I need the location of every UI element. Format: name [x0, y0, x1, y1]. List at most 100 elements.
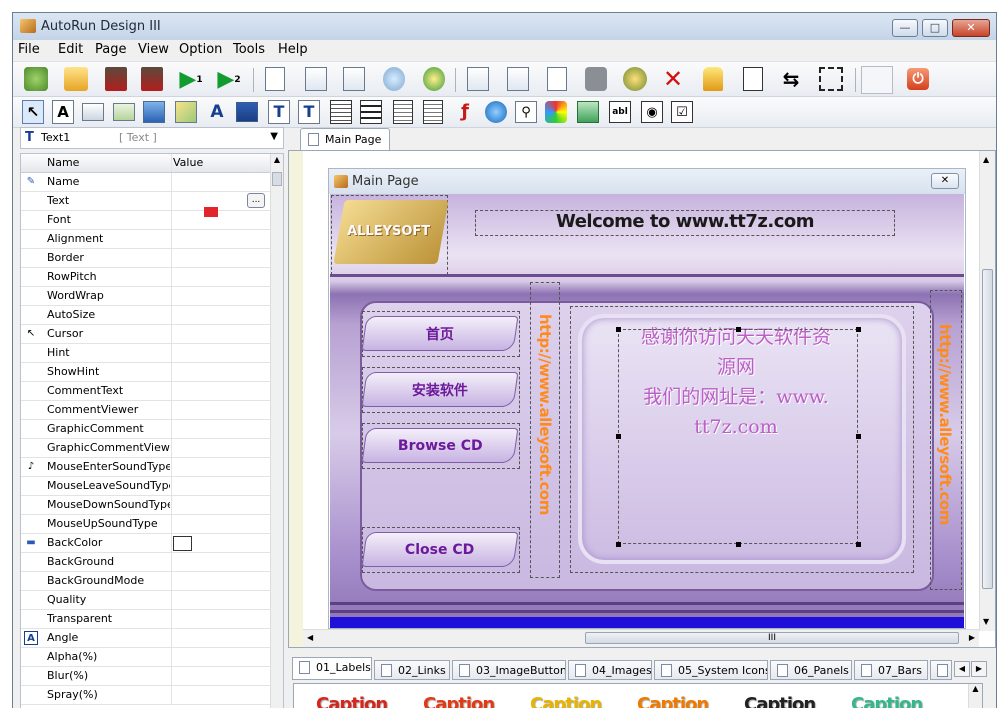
- grid-row-graphiccommentviewer[interactable]: GraphicCommentViewer: [21, 439, 271, 458]
- install-software-button[interactable]: 安装软件: [361, 372, 519, 407]
- tab-05-system-icons[interactable]: 05_System Icons: [654, 660, 768, 680]
- image-button-tool-icon[interactable]: [113, 103, 135, 121]
- design-hscroll[interactable]: ◀ III ▶: [303, 629, 979, 647]
- zoom-icon[interactable]: [383, 67, 405, 91]
- exit-icon[interactable]: ⏻: [907, 68, 929, 90]
- text-object-icon[interactable]: T: [268, 100, 290, 124]
- document-tool-icon[interactable]: [393, 100, 413, 124]
- vertical-url-right[interactable]: http://www.alleysoft.com: [936, 324, 954, 525]
- blank-page-icon[interactable]: [743, 67, 763, 91]
- button-tool-icon[interactable]: [82, 103, 104, 121]
- page-export-icon[interactable]: [467, 67, 489, 91]
- edit-box-tool-icon[interactable]: abl: [609, 101, 631, 123]
- grid-row-mousedownsoundtype[interactable]: MouseDownSoundType: [21, 496, 271, 515]
- caption-preview[interactable]: Caption: [530, 694, 602, 708]
- caption-preview[interactable]: Caption: [637, 694, 709, 708]
- list-tool-icon[interactable]: [360, 100, 382, 124]
- label-tool-icon[interactable]: A: [52, 100, 74, 124]
- object-selector[interactable]: T Text1 [ Text ] ▼: [20, 127, 284, 149]
- radio-tool-icon[interactable]: ◉: [641, 101, 663, 123]
- menu-page[interactable]: Page: [95, 42, 126, 57]
- grid-row-commentviewer[interactable]: CommentViewer: [21, 401, 271, 420]
- grid-row-mouseleavesoundtype[interactable]: MouseLeaveSoundType: [21, 477, 271, 496]
- tab-next-partial[interactable]: [930, 660, 952, 680]
- tab-scroll-left-icon[interactable]: ◀: [954, 661, 970, 677]
- window-tool-icon[interactable]: [577, 101, 599, 123]
- resize-handle[interactable]: [856, 434, 861, 439]
- scroll-left-icon[interactable]: ◀: [307, 633, 313, 642]
- disk-icon[interactable]: [585, 67, 607, 91]
- grid-row-backcolor[interactable]: ▬ BackColor: [21, 534, 271, 553]
- image-tool-icon[interactable]: [143, 101, 165, 123]
- grid-row-border[interactable]: Border: [21, 249, 271, 268]
- grid-row-commenttext[interactable]: CommentText: [21, 382, 271, 401]
- scroll-right-icon[interactable]: ▶: [969, 633, 975, 642]
- grid-scrollbar[interactable]: ▲: [270, 154, 283, 708]
- grid-row-blur-[interactable]: Blur(%): [21, 667, 271, 686]
- grid-row-text[interactable]: Text...: [21, 192, 271, 211]
- design-vscroll[interactable]: ▲ ▼: [979, 151, 995, 631]
- scroll-up-icon[interactable]: ▲: [983, 155, 989, 164]
- flash-tool-icon[interactable]: ƒ: [453, 100, 477, 124]
- caption-preview[interactable]: Caption: [744, 694, 816, 708]
- resize-handle[interactable]: [856, 327, 861, 332]
- tab-main-page[interactable]: Main Page: [300, 128, 390, 150]
- select-area-icon[interactable]: [819, 67, 843, 91]
- grid-row-graphiccomment[interactable]: GraphicComment: [21, 420, 271, 439]
- tab-scroll-right-icon[interactable]: ▶: [971, 661, 987, 677]
- close-icon[interactable]: ✕: [931, 173, 959, 189]
- text-tool-icon[interactable]: A: [206, 100, 228, 124]
- resize-handle[interactable]: [736, 327, 741, 332]
- menu-tools[interactable]: Tools: [233, 42, 265, 57]
- resize-handle[interactable]: [736, 542, 741, 547]
- grid-scroll-thumb[interactable]: [272, 172, 282, 186]
- menu-option[interactable]: Option: [179, 42, 222, 57]
- web-browser-tool-icon[interactable]: [485, 101, 507, 123]
- browse-cd-button[interactable]: Browse CD: [361, 428, 519, 463]
- grid-row-alignment[interactable]: Alignment: [21, 230, 271, 249]
- welcome-text[interactable]: Welcome to www.tt7z.com: [475, 211, 895, 232]
- grid-row-mouseentersoundtype[interactable]: ♪ MouseEnterSoundType: [21, 458, 271, 477]
- maximize-button[interactable]: □: [922, 19, 948, 37]
- bar-tool-icon[interactable]: [236, 102, 258, 122]
- media-player-tool-icon[interactable]: [545, 101, 567, 123]
- grid-row-showhint[interactable]: ShowHint: [21, 363, 271, 382]
- media-search-tool-icon[interactable]: ⚲: [515, 101, 537, 123]
- grid-row-autosize[interactable]: AutoSize: [21, 306, 271, 325]
- grid-row-alpha-[interactable]: Alpha(%): [21, 648, 271, 667]
- close-button[interactable]: ✕: [952, 19, 990, 37]
- blank-slot-button[interactable]: [861, 66, 893, 94]
- tab-01-labels[interactable]: 01_Labels: [292, 657, 372, 680]
- grid-row-quality[interactable]: Quality: [21, 591, 271, 610]
- home-button[interactable]: 首页: [361, 316, 519, 351]
- tab-07-bars[interactable]: 07_Bars: [854, 660, 928, 680]
- preview-scroll-up-icon[interactable]: ▲: [968, 684, 982, 708]
- minimize-button[interactable]: —: [892, 19, 918, 37]
- grid-row-hint[interactable]: Hint: [21, 344, 271, 363]
- scroll-up-icon[interactable]: ▲: [272, 155, 282, 168]
- tab-02-links[interactable]: 02_Links: [374, 660, 450, 680]
- rich-text-tool-icon[interactable]: [423, 100, 443, 124]
- grid-row-backgroundmode[interactable]: BackGroundMode: [21, 572, 271, 591]
- tab-06-panels[interactable]: 06_Panels: [770, 660, 852, 680]
- caption-preview[interactable]: Caption: [423, 694, 495, 708]
- preview-icon[interactable]: [423, 67, 445, 91]
- tab-04-images[interactable]: 04_Images: [568, 660, 652, 680]
- page-move-icon[interactable]: [507, 67, 529, 91]
- new-page-icon[interactable]: [265, 67, 285, 91]
- resize-handle[interactable]: [616, 327, 621, 332]
- panel-tool-icon[interactable]: [175, 101, 197, 123]
- design-hscroll-thumb[interactable]: III: [585, 632, 959, 644]
- grid-row-font[interactable]: Font: [21, 207, 271, 230]
- close-cd-button[interactable]: Close CD: [361, 532, 519, 567]
- caption-preview[interactable]: Caption: [851, 694, 923, 708]
- grid-row-background[interactable]: BackGround: [21, 553, 271, 572]
- ellipsis-button[interactable]: ...: [247, 193, 265, 208]
- color-swatch[interactable]: [173, 536, 192, 551]
- new-project-icon[interactable]: [24, 67, 48, 91]
- settings-gear-icon[interactable]: [623, 67, 647, 91]
- grid-row-mouseupsoundtype[interactable]: MouseUpSoundType: [21, 515, 271, 534]
- vertical-url-left[interactable]: http://www.alleysoft.com: [536, 314, 554, 515]
- menu-edit[interactable]: Edit: [58, 42, 83, 57]
- scroll-down-icon[interactable]: ▼: [983, 617, 989, 626]
